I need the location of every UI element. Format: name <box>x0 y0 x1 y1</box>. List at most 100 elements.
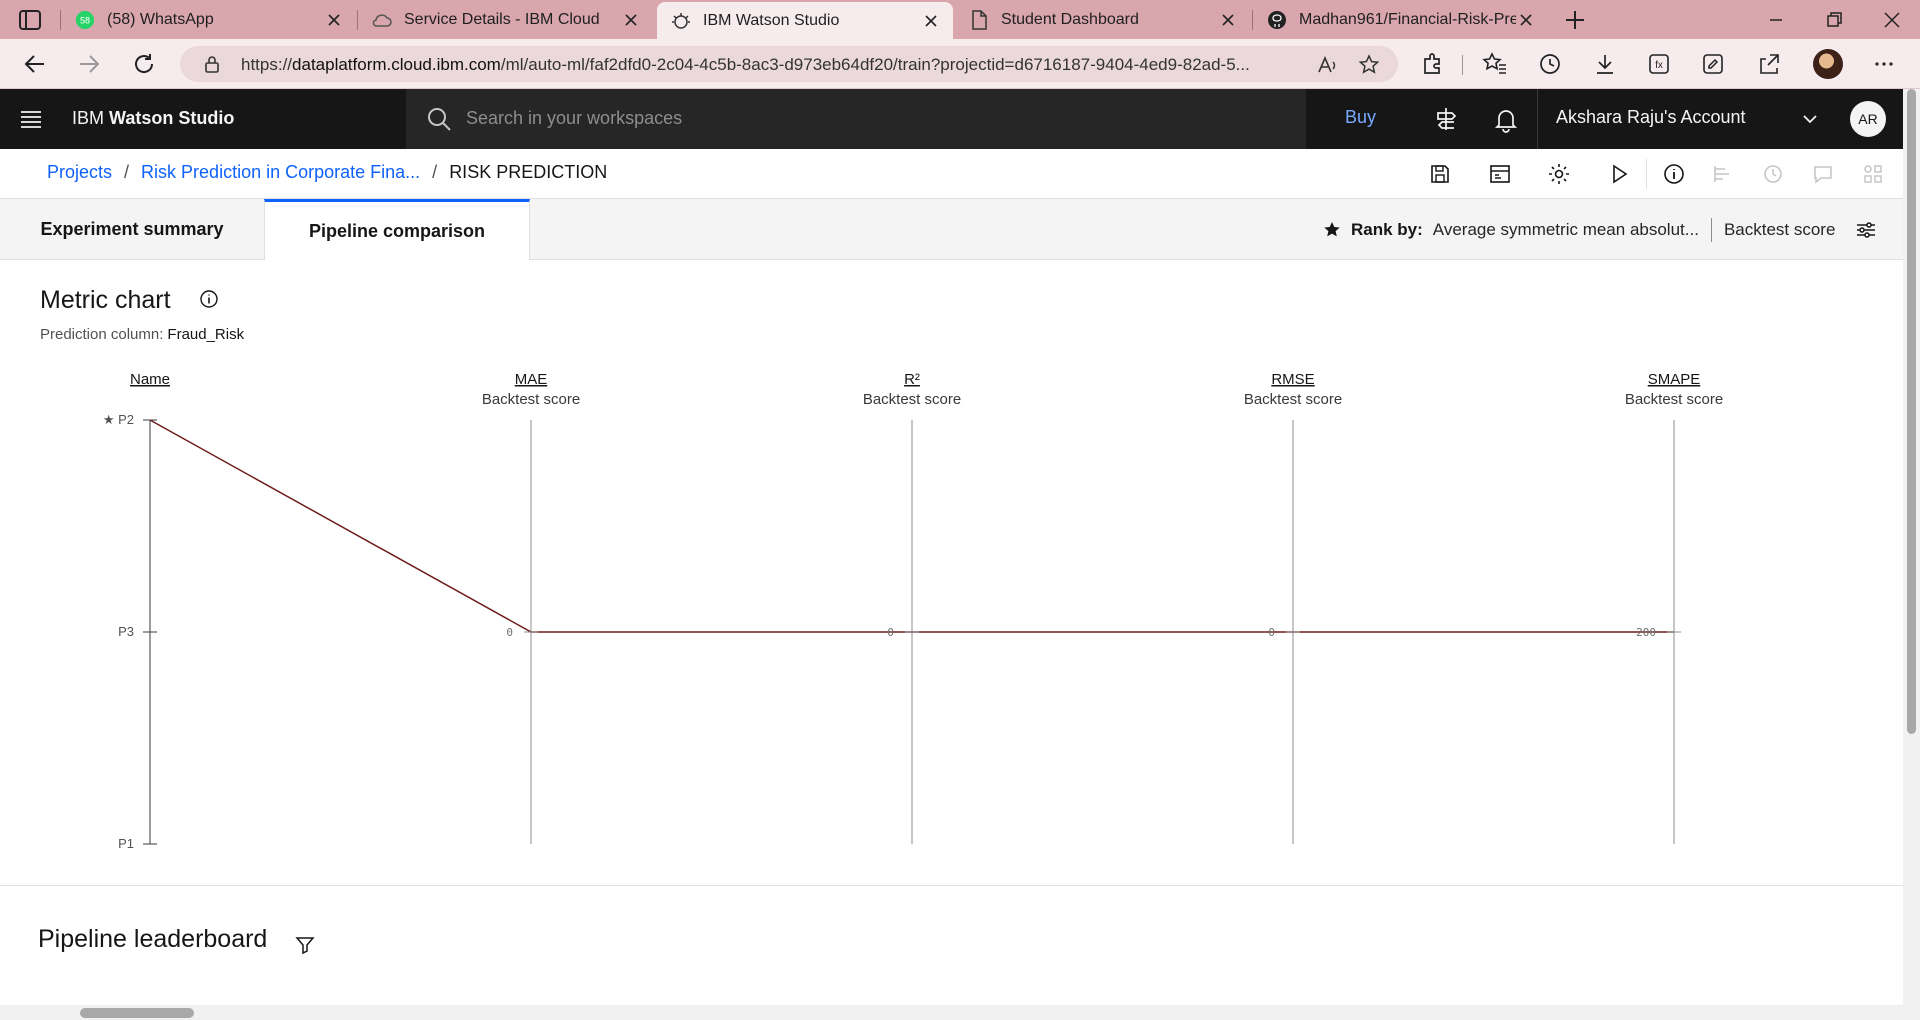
axis-subtitle: Backtest score <box>1244 391 1342 408</box>
tab-title: IBM Watson Studio <box>703 11 840 29</box>
prediction-value: Fraud_Risk <box>167 326 245 343</box>
close-window-icon[interactable] <box>1880 8 1904 32</box>
chevron-down-icon <box>1803 115 1817 124</box>
settings-adjust-icon[interactable] <box>1855 219 1877 241</box>
tab-pipeline-comparison[interactable]: Pipeline comparison <box>264 199 530 261</box>
tab-watson-studio[interactable]: IBM Watson Studio <box>657 2 953 39</box>
more-options-icon[interactable] <box>1871 51 1897 77</box>
close-icon[interactable] <box>1218 10 1238 30</box>
axis-title: Name <box>130 371 170 388</box>
run-icon[interactable] <box>1607 162 1631 186</box>
add-favorite-icon[interactable] <box>1358 54 1380 76</box>
breadcrumb-separator: / <box>124 162 130 182</box>
tab-experiment-summary[interactable]: Experiment summary <box>0 199 264 260</box>
pipeline-label: P1 <box>118 836 134 851</box>
save-icon[interactable] <box>1428 162 1452 186</box>
breadcrumb-current: RISK PREDICTION <box>449 162 608 182</box>
close-icon[interactable] <box>1516 10 1536 30</box>
close-icon[interactable] <box>621 10 641 30</box>
notebook-icon[interactable] <box>1488 162 1512 186</box>
menu-icon[interactable] <box>20 109 42 129</box>
brand-prefix: IBM <box>72 108 105 128</box>
filter-icon[interactable] <box>294 934 316 956</box>
tab-title: Service Details - IBM Cloud <box>404 10 600 28</box>
tab-ibm-cloud[interactable]: Service Details - IBM Cloud <box>358 0 653 39</box>
url-text[interactable]: https://dataplatform.cloud.ibm.com/ml/au… <box>241 55 1301 75</box>
rank-by-metric[interactable]: Average symmetric mean absolut... <box>1433 220 1699 240</box>
notification-icon[interactable] <box>1492 105 1520 133</box>
share-icon[interactable] <box>1756 51 1782 77</box>
info-icon[interactable] <box>1662 162 1686 186</box>
metric-chart-section: Metric chart Prediction column: Fraud_Ris… <box>0 260 1903 886</box>
toolbar-divider <box>1462 55 1463 75</box>
apps-icon <box>1864 165 1882 183</box>
close-icon[interactable] <box>921 11 941 31</box>
refresh-icon[interactable] <box>131 51 157 77</box>
app-header: IBM Watson Studio Search in your workspa… <box>0 89 1903 149</box>
github-icon <box>1267 10 1287 30</box>
cloud-icon <box>372 10 392 30</box>
experiment-tabs: Experiment summary Pipeline comparison R… <box>0 199 1903 261</box>
account-switcher[interactable]: Akshara Raju's Account <box>1537 89 1817 149</box>
breadcrumb: Projects / Risk Prediction in Corporate … <box>47 162 607 183</box>
brand-name: Watson Studio <box>109 108 235 128</box>
signpost-icon[interactable] <box>1432 105 1460 133</box>
svg-text:fx: fx <box>1655 60 1663 71</box>
minimize-icon[interactable] <box>1764 8 1788 32</box>
buy-link[interactable]: Buy <box>1345 107 1376 128</box>
history-icon[interactable] <box>1537 51 1563 77</box>
gear-icon[interactable] <box>1547 162 1571 186</box>
app-brand[interactable]: IBM Watson Studio <box>72 108 234 129</box>
math-solver-icon[interactable]: fx <box>1646 51 1672 77</box>
extensions-icon[interactable] <box>1420 51 1446 77</box>
breadcrumb-project[interactable]: Risk Prediction in Corporate Fina... <box>141 162 420 183</box>
rank-by-label: Rank by: <box>1351 220 1423 239</box>
favorites-icon[interactable] <box>1482 51 1508 77</box>
prediction-label: Prediction column: <box>40 326 164 343</box>
vertical-scrollbar[interactable] <box>1903 89 1920 1020</box>
pipeline-label: P3 <box>118 624 134 639</box>
tab-github[interactable]: Madhan961/Financial-Risk-Predi <box>1253 0 1548 39</box>
horizontal-scrollbar[interactable] <box>0 1005 1903 1020</box>
tab-student-dashboard[interactable]: Student Dashboard <box>955 0 1250 39</box>
toolbar-divider <box>1646 159 1647 189</box>
close-icon[interactable] <box>324 10 344 30</box>
browser-profile-avatar[interactable] <box>1813 49 1843 79</box>
search-input[interactable]: Search in your workspaces <box>466 108 682 129</box>
web-capture-icon[interactable] <box>1700 51 1726 77</box>
url-bar[interactable]: https://dataplatform.cloud.ibm.com/ml/au… <box>180 46 1398 82</box>
rank-by-control[interactable]: Rank by: Average symmetric mean absolut.… <box>1323 218 1877 242</box>
forward-icon[interactable] <box>76 51 102 77</box>
tab-actions-icon[interactable] <box>18 9 42 31</box>
chart-title: Metric chart <box>40 286 171 314</box>
info-icon[interactable] <box>199 289 219 309</box>
tick-label: 200 <box>1636 626 1656 639</box>
pipeline-label: ★ P2 <box>103 412 134 427</box>
workspace-search[interactable]: Search in your workspaces <box>406 89 1306 149</box>
whatsapp-icon: 58 <box>75 10 95 30</box>
avatar[interactable]: AR <box>1850 101 1886 137</box>
scrollbar-thumb[interactable] <box>1907 89 1916 734</box>
back-icon[interactable] <box>22 51 48 77</box>
axis-title: MAE <box>515 371 548 388</box>
document-icon <box>969 9 989 30</box>
rank-score-type[interactable]: Backtest score <box>1724 220 1836 240</box>
new-tab-icon[interactable] <box>1563 8 1587 32</box>
tab-title: (58) WhatsApp <box>107 10 214 28</box>
tick-label: 0 <box>1268 626 1275 639</box>
lock-icon[interactable] <box>202 54 222 74</box>
watson-icon <box>671 11 691 31</box>
breadcrumb-bar: Projects / Risk Prediction in Corporate … <box>0 149 1903 199</box>
tab-title: Madhan961/Financial-Risk-Predi <box>1299 10 1516 28</box>
download-icon[interactable] <box>1592 51 1618 77</box>
tab-whatsapp[interactable]: 58 (58) WhatsApp <box>61 0 356 39</box>
scrollbar-thumb[interactable] <box>80 1008 194 1018</box>
axis-title: R² <box>904 371 920 388</box>
axis-subtitle: Backtest score <box>1625 391 1723 408</box>
tab-title: Student Dashboard <box>1001 10 1139 28</box>
read-aloud-icon[interactable] <box>1316 54 1338 76</box>
breadcrumb-projects[interactable]: Projects <box>47 162 112 183</box>
restore-icon[interactable] <box>1822 8 1846 32</box>
prediction-column: Prediction column: Fraud_Risk <box>40 326 244 343</box>
parallel-coordinates-chart: Name MAE Backtest score R² Backtest score RMS… <box>103 371 1723 851</box>
